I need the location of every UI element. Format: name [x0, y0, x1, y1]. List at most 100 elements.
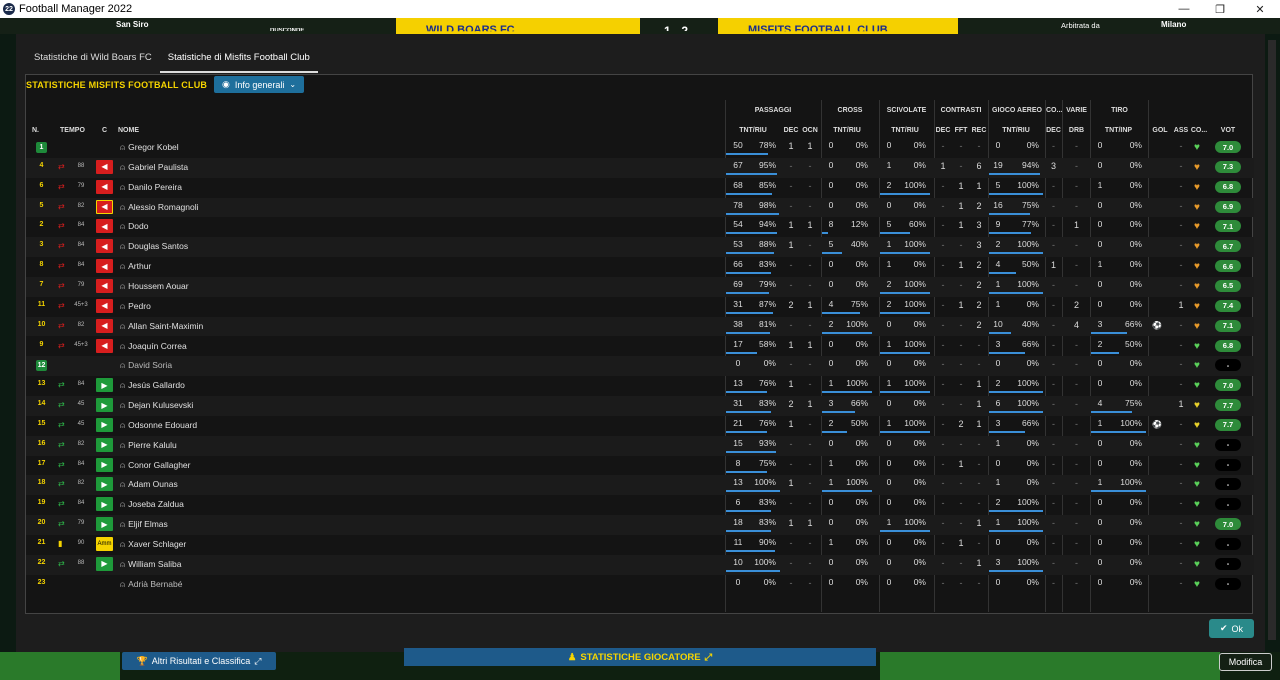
player-name[interactable]: ⍝ David Soria	[120, 360, 172, 371]
col-header-pass-ocn[interactable]: OCN	[800, 127, 820, 134]
table-row[interactable]: 23 ⍝ Adrià Bernabé 0 0% 0 0% 0 0% 0 0% 0 0…	[26, 575, 1254, 595]
stat-pair: 3 66%	[989, 418, 1043, 433]
table-row[interactable]: 3 ⇄ 84 ◀ ⍝ Douglas Santos 53 88% 5 40% 1 100%…	[26, 237, 1254, 258]
tab-wild-boars-stats[interactable]: Statistiche di Wild Boars FC	[26, 48, 160, 73]
stat-cr: 1	[976, 518, 982, 529]
rating-badge: -	[1215, 557, 1241, 570]
table-row[interactable]: 22 ⇄ 88 ▶ ⍝ William Saliba 10 100% 0 0% 0 0% …	[26, 554, 1254, 575]
col-header-pass-dec[interactable]: DEC	[782, 127, 800, 134]
table-row[interactable]: 15 ⇄ 45 ▶ ⍝ Odsonne Edouard 21 76% 2 50% 1 10…	[26, 416, 1254, 436]
stat-drb: 4	[1073, 319, 1079, 330]
stat-drb: -	[1075, 418, 1078, 429]
stat-bar	[726, 450, 777, 453]
player-name[interactable]: ⍝ Houssem Aouar	[120, 281, 189, 292]
table-row[interactable]: 8 ⇄ 84 ◀ ⍝ Arthur 66 83% 0 0% 1 0% 4 50% 1 0%…	[26, 257, 1254, 277]
player-name[interactable]: ⍝ Gregor Kobel	[120, 142, 179, 153]
pitch-left	[0, 652, 120, 680]
table-row[interactable]: 13 ⇄ 84 ▶ ⍝ Jesús Gallardo 13 76% 1 100% 1 10…	[26, 376, 1254, 396]
player-name[interactable]: ⍝ Dejan Kulusevski	[120, 400, 193, 411]
stat-bar	[822, 430, 847, 433]
table-row[interactable]: 1 ⍝ Gregor Kobel 50 78% 0 0% 0 0% 0 0% 0 0…	[26, 138, 1254, 158]
minimize-button[interactable]: —	[1164, 0, 1204, 18]
table-row[interactable]: 2 ⇄ 84 ◀ ⍝ Dodo 54 94% 8 12% 5 60% 9 77% 0 0%…	[26, 217, 1254, 237]
col-header-contr-dec[interactable]: DEC	[934, 127, 952, 134]
col-header-c[interactable]: C	[102, 127, 107, 134]
stat-ass: -	[1179, 438, 1183, 449]
col-header-contr-rec[interactable]: REC	[970, 127, 988, 134]
tab-misfits-stats[interactable]: Statistiche di Misfits Football Club	[159, 48, 318, 73]
stat-bar	[726, 212, 779, 215]
player-name[interactable]: ⍝ Adrià Bernabé	[120, 579, 182, 590]
stat-pair: 5 40%	[822, 239, 872, 255]
col-header-pass-tnt[interactable]: TNT/RIU	[726, 127, 780, 134]
col-header-cross-tnt[interactable]: TNT/RIU	[822, 127, 872, 134]
player-name[interactable]: ⍝ Joaquín Correa	[120, 341, 187, 352]
table-row[interactable]: 14 ⇄ 45 ▶ ⍝ Dejan Kulusevski 31 83% 3 66% 0 0…	[26, 396, 1254, 416]
player-name[interactable]: ⍝ Conor Gallagher	[120, 460, 190, 471]
player-name[interactable]: ⍝ Xaver Schlager	[120, 539, 186, 550]
maximize-button[interactable]: ❐	[1200, 0, 1240, 18]
player-name[interactable]: ⍝ Joseba Zaldua	[120, 499, 184, 510]
group-header-varie: VARIE	[1066, 107, 1087, 114]
player-name[interactable]: ⍝ Gabriel Paulista	[120, 162, 188, 173]
player-stats-button[interactable]: ♟ STATISTICHE GIOCATORE ⤢	[404, 648, 876, 666]
ok-button[interactable]: ✔ Ok	[1209, 619, 1254, 638]
rating-badge: 7.7	[1215, 399, 1241, 412]
condition-heart-icon: ♥	[1194, 261, 1200, 273]
view-selector[interactable]: ◉ Info generali ⌄	[214, 76, 305, 93]
table-row[interactable]: 4 ⇄ 88 ◀ ⍝ Gabriel Paulista 67 95% 0 0% 1 0% …	[26, 157, 1254, 178]
expand-icon: ⤢	[254, 655, 262, 666]
player-name[interactable]: ⍝ Allan Saint-Maximin	[120, 321, 203, 332]
stat-pair: 3 66%	[1091, 319, 1146, 334]
col-header-ass[interactable]: ASS	[1171, 127, 1191, 134]
col-header-time[interactable]: TEMPO	[60, 127, 85, 134]
player-name[interactable]: ⍝ Dodo	[120, 221, 148, 232]
player-name[interactable]: ⍝ Douglas Santos	[120, 241, 188, 252]
col-header-name[interactable]: NOME	[118, 127, 139, 134]
other-results-button[interactable]: 🏆 Altri Risultati e Classifica ⤢	[122, 652, 276, 670]
table-row[interactable]: 17 ⇄ 84 ▶ ⍝ Conor Gallagher 8 75% 1 0% 0 0% 0…	[26, 456, 1254, 476]
close-button[interactable]: ✕	[1240, 0, 1280, 18]
modify-button[interactable]: Modifica	[1219, 653, 1272, 671]
stat-pair: 1 100%	[880, 517, 930, 533]
table-row[interactable]: 7 ⇄ 79 ◀ ⍝ Houssem Aouar 69 79% 0 0% 2 100% 1…	[26, 276, 1254, 297]
table-row[interactable]: 9 ⇄ 45+3 ◀ ⍝ Joaquín Correa 17 58% 0 0% 1 100…	[26, 337, 1254, 357]
col-header-contr-fft[interactable]: FFT	[952, 127, 970, 134]
col-header-vot[interactable]: VOT	[1216, 127, 1240, 134]
col-header-number[interactable]: N.	[32, 127, 39, 134]
player-name[interactable]: ⍝ Jesús Gallardo	[120, 380, 185, 391]
table-row[interactable]: 21 ▮ 90 Amm ⍝ Xaver Schlager 11 90% 1 0% 0 0%…	[26, 535, 1254, 555]
col-header-co2[interactable]: CO...	[1189, 127, 1209, 134]
player-name[interactable]: ⍝ Pedro	[120, 301, 151, 312]
col-header-drb[interactable]: DRB	[1063, 127, 1090, 134]
player-name[interactable]: ⍝ Danilo Pereira	[120, 182, 182, 193]
table-row[interactable]: 12 ⍝ David Soria 0 0% 0 0% 0 0% 0 0% 0 0% …	[26, 356, 1254, 377]
col-header-co-dec[interactable]: DEC	[1045, 127, 1062, 134]
table-row[interactable]: 6 ⇄ 79 ◀ ⍝ Danilo Pereira 68 85% 0 0% 2 100% …	[26, 178, 1254, 198]
table-row[interactable]: 19 ⇄ 84 ▶ ⍝ Joseba Zaldua 6 83% 0 0% 0 0% 2 1…	[26, 495, 1254, 515]
stat-bar	[1091, 331, 1128, 334]
condition-heart-icon: ♥	[1194, 539, 1200, 550]
table-row[interactable]: 20 ⇄ 79 ▶ ⍝ Eljif Elmas 18 83% 0 0% 1 100% 1 …	[26, 515, 1254, 535]
table-row[interactable]: 11 ⇄ 45+3 ◀ ⍝ Pedro 31 87% 4 75% 2 100% 1 0% …	[26, 297, 1254, 317]
table-row[interactable]: 10 ⇄ 82 ◀ ⍝ Allan Saint-Maximin 38 81% 2 100%…	[26, 316, 1254, 337]
person-icon: ⍝	[120, 340, 126, 351]
player-name[interactable]: ⍝ Eljif Elmas	[120, 519, 168, 530]
player-name[interactable]: ⍝ Odsonne Edouard	[120, 420, 197, 431]
table-row[interactable]: 16 ⇄ 82 ▶ ⍝ Pierre Kalulu 15 93% 0 0% 0 0% 1 …	[26, 435, 1254, 456]
player-name[interactable]: ⍝ Adam Ounas	[120, 479, 178, 490]
stat-bar	[726, 291, 769, 294]
player-name[interactable]: ⍝ Arthur	[120, 261, 151, 272]
table-row[interactable]: 18 ⇄ 82 ▶ ⍝ Adam Ounas 13 100% 1 100% 0 0% 1 …	[26, 475, 1254, 496]
background-scrollbar[interactable]	[1268, 40, 1276, 640]
player-name[interactable]: ⍝ William Saliba	[120, 559, 181, 570]
player-name[interactable]: ⍝ Alessio Romagnoli	[120, 202, 199, 213]
stat-ocn: -	[808, 458, 812, 469]
col-header-gol[interactable]: GOL	[1150, 127, 1170, 134]
table-row[interactable]: 5 ⇄ 82 ◀ ⍝ Alessio Romagnoli 78 98% 0 0% 0 0%…	[26, 197, 1254, 218]
col-header-tiro-tnt[interactable]: TNT/INP	[1091, 127, 1146, 134]
player-name[interactable]: ⍝ Pierre Kalulu	[120, 440, 177, 451]
col-header-aereo-tnt[interactable]: TNT/RIU	[989, 127, 1043, 134]
col-header-sciv-tnt[interactable]: TNT/RIU	[880, 127, 930, 134]
group-header-co: CO...	[1046, 107, 1063, 114]
